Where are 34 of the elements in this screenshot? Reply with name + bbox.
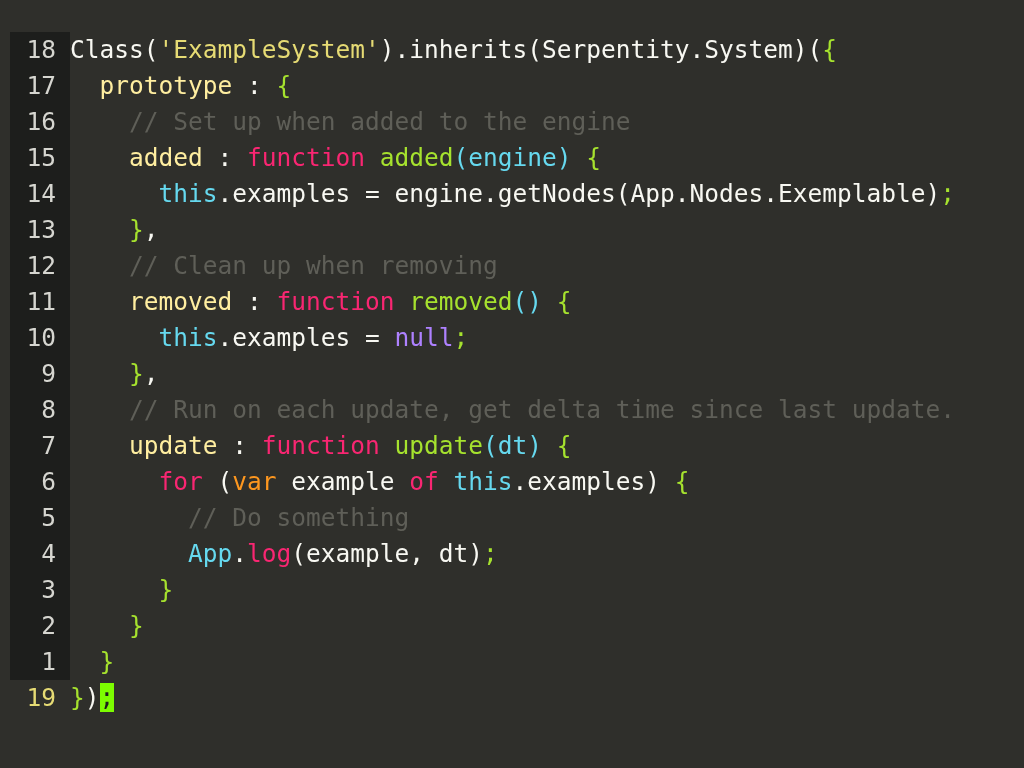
line-number: 15 <box>10 140 70 176</box>
line-number: 4 <box>10 536 70 572</box>
code-line: added : function added(engine) { <box>128 142 602 174</box>
line-number: 5 <box>10 500 70 536</box>
line-number: 12 <box>10 248 70 284</box>
line-number: 8 <box>10 392 70 428</box>
code-line: }, <box>128 214 159 246</box>
line-number: 11 <box>10 284 70 320</box>
code-line: for (var example of this.examples) { <box>157 466 690 498</box>
line-number: 1 <box>10 644 70 680</box>
line-number: 9 <box>10 356 70 392</box>
code-line: prototype : { <box>98 70 292 102</box>
line-number: 19 <box>25 682 57 714</box>
code-line: }); <box>70 682 115 714</box>
line-number: 13 <box>10 212 70 248</box>
line-number: 14 <box>10 176 70 212</box>
line-number: 10 <box>10 320 70 356</box>
code-line: } <box>157 574 174 606</box>
code-line: this.examples = null; <box>157 322 469 354</box>
code-line: this.examples = engine.getNodes(App.Nodes.Exemplable); <box>157 178 956 210</box>
line-number: 6 <box>10 464 70 500</box>
code-line: } <box>128 610 144 642</box>
line-number: 3 <box>10 572 70 608</box>
line-number: 2 <box>10 608 70 644</box>
code-line: removed : function removed() { <box>128 286 572 318</box>
code-line: Class('ExampleSystem').inherits(Serpentity.System)({ <box>70 34 838 66</box>
line-number: 16 <box>10 104 70 140</box>
line-number: 18 <box>10 32 70 68</box>
line-number: 17 <box>10 68 70 104</box>
code-line: update : function update(dt) { <box>128 430 572 462</box>
line-number: 7 <box>10 428 70 464</box>
code-line: }, <box>128 358 159 390</box>
code-line: App.log(example, dt); <box>187 538 498 570</box>
code-line: } <box>98 646 115 678</box>
